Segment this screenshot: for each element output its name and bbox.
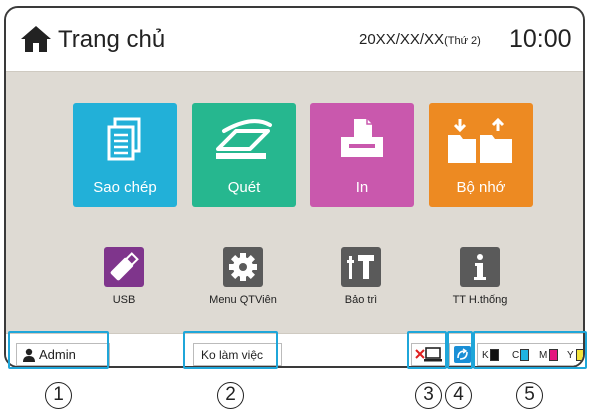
callout-box-2 — [183, 331, 278, 369]
title-bar: Trang chủ 20XX/XX/XX(Thứ 2) 10:00 — [6, 8, 583, 72]
storage-label: Bộ nhớ — [456, 179, 506, 196]
copy-label: Sao chép — [93, 179, 157, 196]
clock: 10:00 — [509, 25, 572, 53]
date-value: 20XX/XX/XX — [359, 31, 445, 48]
scan-label: Quét — [227, 179, 261, 196]
callout-box-1 — [8, 331, 109, 369]
print-icon — [341, 119, 383, 157]
maintenance-button[interactable] — [341, 247, 381, 287]
system-info-button[interactable] — [460, 247, 500, 287]
callout-number-5: 5 — [516, 382, 543, 409]
storage-icon — [448, 117, 512, 163]
callout-box-3 — [407, 331, 447, 369]
admin-menu-label: Menu QTViên — [209, 294, 277, 306]
system-info-label: TT H.thống — [452, 294, 508, 306]
weekday-value: (Thứ 2) — [444, 35, 481, 47]
callout-box-5 — [473, 331, 587, 369]
usb-label: USB — [112, 294, 136, 306]
copy-button[interactable]: Sao chép — [73, 103, 177, 207]
print-label: In — [355, 179, 369, 196]
callout-number-1: 1 — [45, 382, 72, 409]
callout-number-4: 4 — [445, 382, 472, 409]
callout-number-2: 2 — [217, 382, 244, 409]
print-button[interactable]: In — [310, 103, 414, 207]
home-screen: Trang chủ 20XX/XX/XX(Thứ 2) 10:00 Sao ch… — [4, 6, 585, 368]
date-display: 20XX/XX/XX(Thứ 2) — [359, 31, 481, 48]
callout-number-3: 3 — [415, 382, 442, 409]
maintenance-icon — [347, 255, 374, 279]
home-icon[interactable] — [20, 25, 52, 53]
admin-menu-button[interactable] — [223, 247, 263, 287]
usb-icon — [110, 252, 139, 281]
scan-button[interactable]: Quét — [192, 103, 296, 207]
callout-box-4 — [447, 331, 473, 369]
storage-button[interactable]: Bộ nhớ — [429, 103, 533, 207]
copy-icon — [107, 117, 141, 161]
gear-icon — [229, 253, 257, 281]
info-icon — [474, 254, 486, 280]
page-title: Trang chủ — [58, 26, 166, 53]
maintenance-label: Bảo trì — [344, 294, 378, 306]
usb-button[interactable] — [104, 247, 144, 287]
scan-icon — [216, 119, 272, 159]
